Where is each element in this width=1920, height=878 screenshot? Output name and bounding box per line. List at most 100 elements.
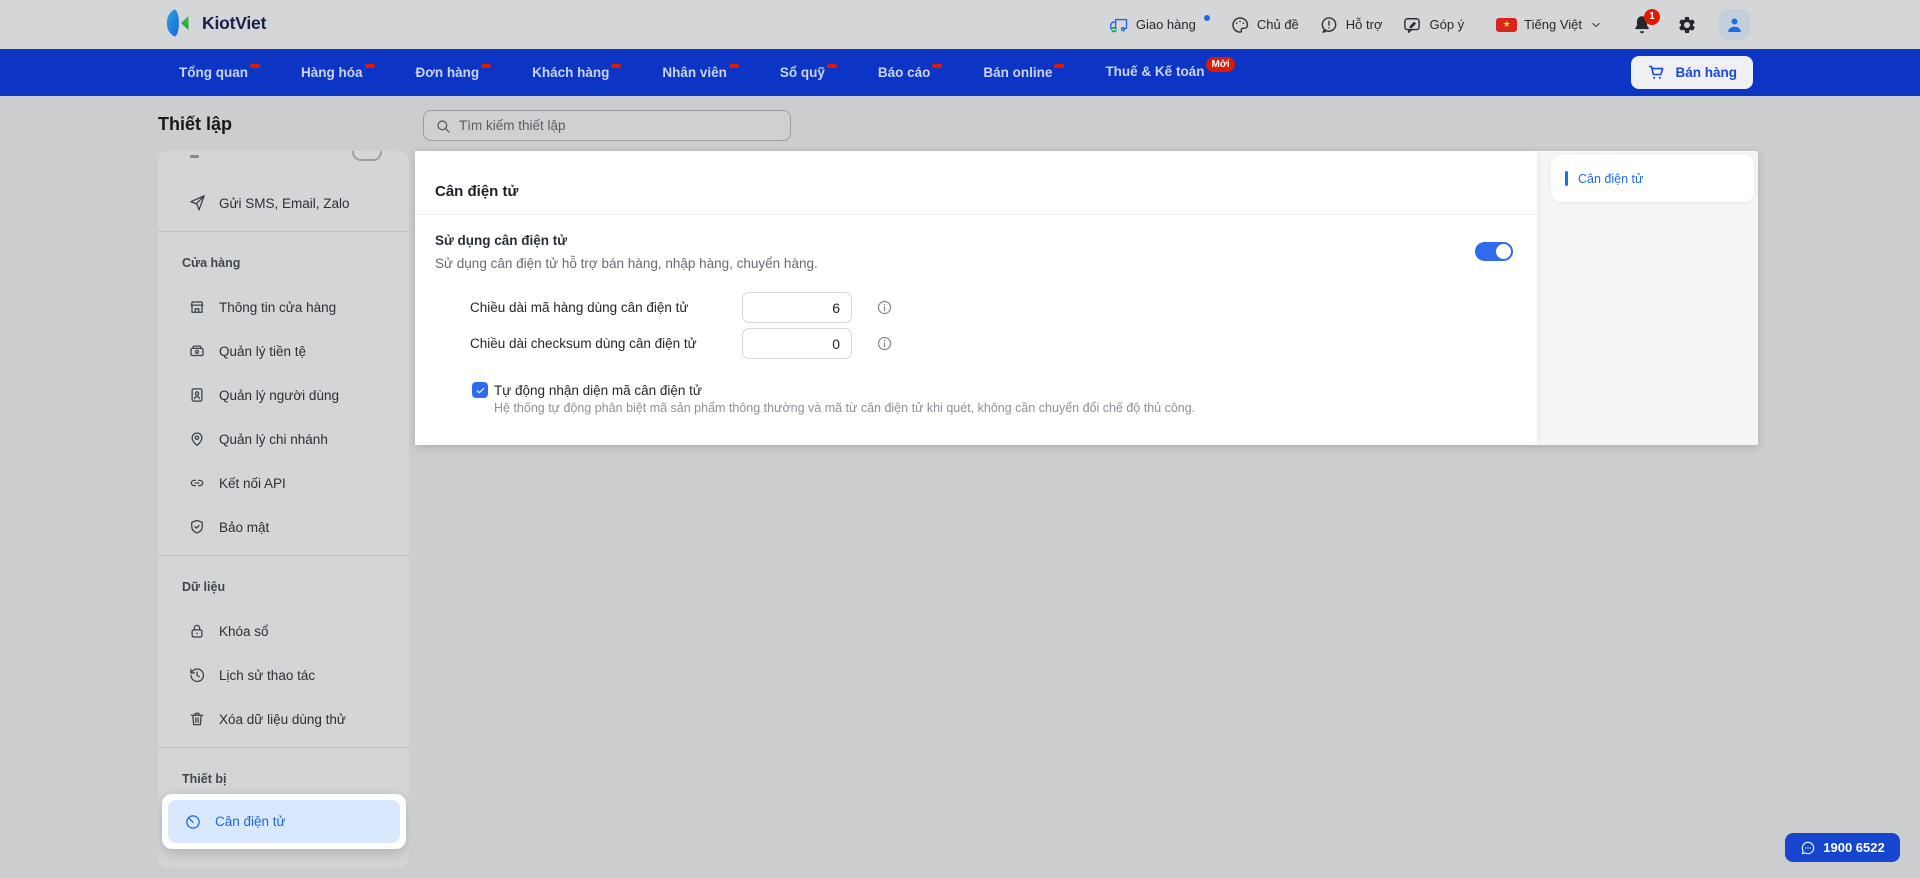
section-toc: Cân điện tử [1537, 151, 1758, 445]
info-icon[interactable] [876, 299, 893, 316]
nav-item-so-quy[interactable]: Sổ quỹ [780, 64, 837, 80]
new-badge [826, 64, 837, 68]
nav-item-hang-hoa[interactable]: Hàng hóa [301, 64, 375, 80]
main-nav: Tổng quan Hàng hóa Đơn hàng Khách hàng N… [0, 49, 1920, 96]
divider [415, 214, 1537, 215]
scale-settings-card: Cân điện tử Sử dụng cân điện tử Sử dụng … [415, 151, 1537, 445]
divider [158, 231, 409, 232]
lock-icon [188, 622, 206, 640]
cart-icon [1647, 63, 1666, 82]
notification-badge: 1 [1644, 8, 1660, 25]
delivery-truck-icon [1109, 15, 1129, 35]
topbar-actions: Giao hàng Chủ đề Hỗ trợ Góp ý ★ Tiếng Vi… [1109, 0, 1750, 49]
nav-item-bao-cao[interactable]: Báo cáo [878, 64, 943, 80]
nav-item-thue-ke-toan[interactable]: Thuế & Kế toán Mới [1105, 57, 1235, 81]
topbar-item-gop-y[interactable]: Góp ý [1402, 15, 1464, 35]
language-selector[interactable]: ★ Tiếng Việt [1496, 17, 1603, 32]
new-badge [932, 64, 943, 68]
kiotviet-logo[interactable]: KiotViet [165, 8, 266, 38]
shield-check-icon [188, 518, 206, 536]
brand-name: KiotViet [202, 12, 267, 33]
palette-icon [1230, 15, 1250, 35]
nav-item-tong-quan[interactable]: Tổng quan [179, 64, 260, 80]
notifications-button[interactable]: 1 [1631, 8, 1660, 36]
nav-item-ban-online[interactable]: Bán online [983, 64, 1065, 80]
topbar-item-chu-e[interactable]: Chủ đề [1230, 15, 1299, 35]
info-icon[interactable] [876, 335, 893, 352]
top-bar: KiotViet Giao hàng Chủ đề Hỗ trợ Góp ý ★… [0, 0, 1920, 49]
search-input[interactable] [459, 118, 779, 133]
settings-search[interactable] [423, 110, 791, 141]
new-badge [364, 64, 375, 68]
chevron-down-icon [1589, 18, 1603, 32]
search-icon [435, 118, 451, 134]
language-label: Tiếng Việt [1524, 17, 1582, 32]
page-title: Thiết lập [158, 114, 233, 134]
nav-item-nhan-vien[interactable]: Nhân viên [662, 64, 739, 80]
user-avatar[interactable] [1719, 9, 1750, 40]
new-badge [728, 64, 739, 68]
setting-field-row: Chiều dài mã hàng dùng cân điện tử 6 [470, 292, 940, 323]
sidebar-group-label-du-lieu: Dữ liệu [182, 580, 226, 594]
sidebar-item-lich-su-thao-tac[interactable]: Lịch sử thao tác [158, 653, 409, 697]
gear-icon [1677, 15, 1697, 35]
feedback-bubble-icon [1402, 15, 1422, 35]
sidebar-item-ket-noi-api[interactable]: Kết nối API [158, 461, 409, 505]
use-scale-label: Sử dụng cân điện tử [435, 233, 568, 248]
clipped-toggle-fragment [352, 151, 382, 161]
topbar-item-ho-tro[interactable]: Hỗ trợ [1319, 15, 1382, 35]
new-badge [249, 64, 260, 68]
auto-detect-label: Tự động nhận diện mã cân điện tử [494, 383, 702, 398]
check-icon [475, 385, 486, 396]
user-card-icon [188, 386, 206, 404]
money-icon [188, 342, 206, 360]
link-icon [188, 474, 206, 492]
sidebar-item-can-ien-tu[interactable]: Cân điện tử [168, 800, 400, 843]
history-icon [188, 666, 206, 684]
active-indicator [1565, 171, 1568, 186]
sidebar-item-thong-tin-cua-hang[interactable]: Thông tin cửa hàng [158, 285, 409, 329]
trash-icon [188, 710, 206, 728]
sidebar-item-quan-ly-chi-nhanh[interactable]: Quản lý chi nhánh [158, 417, 409, 461]
sidebar-item-xoa-du-lieu-dung-thu[interactable]: Xóa dữ liệu dùng thử [158, 697, 409, 741]
use-scale-toggle[interactable] [1475, 242, 1513, 261]
sidebar-item-gui-sms-email-zalo[interactable]: Gửi SMS, Email, Zalo [158, 181, 409, 225]
sidebar-item-khoa-so[interactable]: Khóa sổ [158, 609, 409, 653]
nav-item-on-hang[interactable]: Đơn hàng [416, 64, 492, 80]
use-scale-description: Sử dụng cân điện tử hỗ trợ bán hàng, nhậ… [435, 256, 818, 271]
nav-item-khach-hang[interactable]: Khách hàng [532, 64, 622, 80]
number-input-chieu-dai-ma-hang-dung-can-ien-tu[interactable]: 6 [742, 292, 852, 323]
support-hotline-button[interactable]: 1900 6522 [1785, 833, 1900, 862]
scale-icon [184, 813, 202, 831]
kiotviet-logo-icon [165, 8, 195, 38]
storefront-icon [188, 298, 206, 316]
toc-item-can-ien-tu[interactable]: Cân điện tử [1551, 155, 1754, 202]
settings-panel: Cân điện tử Sử dụng cân điện tử Sử dụng … [415, 151, 1758, 445]
map-pin-icon [188, 430, 206, 448]
sidebar-item-bao-mat[interactable]: Bảo mật [158, 505, 409, 549]
send-icon [188, 194, 206, 212]
number-input-chieu-dai-checksum-dung-can-ien-tu[interactable]: 0 [742, 328, 852, 359]
settings-button[interactable] [1677, 15, 1697, 35]
auto-detect-checkbox[interactable] [472, 382, 488, 398]
section-heading: Cân điện tử [435, 183, 519, 200]
sidebar-group-label-thiet-bi: Thiết bị [182, 772, 227, 786]
person-icon [1724, 14, 1745, 35]
new-badge [481, 64, 492, 68]
notification-dot [1203, 14, 1210, 21]
sell-button[interactable]: Bán hàng [1631, 56, 1753, 89]
tour-spotlight: Cân điện tử [162, 794, 406, 849]
sidebar-item-quan-ly-nguoi-dung[interactable]: Quản lý người dùng [158, 373, 409, 417]
help-bubble-icon [1319, 15, 1339, 35]
topbar-item-giao-hang[interactable]: Giao hàng [1109, 14, 1210, 35]
vietnam-flag-icon: ★ [1496, 17, 1518, 32]
new-badge: Mới [1206, 57, 1235, 72]
clipped-item-fragment [158, 151, 409, 181]
new-badge [611, 64, 622, 68]
setting-field-row: Chiều dài checksum dùng cân điện tử 0 [470, 328, 940, 359]
auto-detect-description: Hệ thống tự động phân biệt mã sản phẩm t… [494, 401, 1196, 415]
sidebar-item-quan-ly-tien-te[interactable]: Quản lý tiền tệ [158, 329, 409, 373]
new-badge [1054, 64, 1065, 68]
chat-dots-icon [1800, 840, 1816, 856]
settings-sidebar: Gửi SMS, Email, Zalo Cửa hàng Thông tin … [158, 151, 409, 867]
